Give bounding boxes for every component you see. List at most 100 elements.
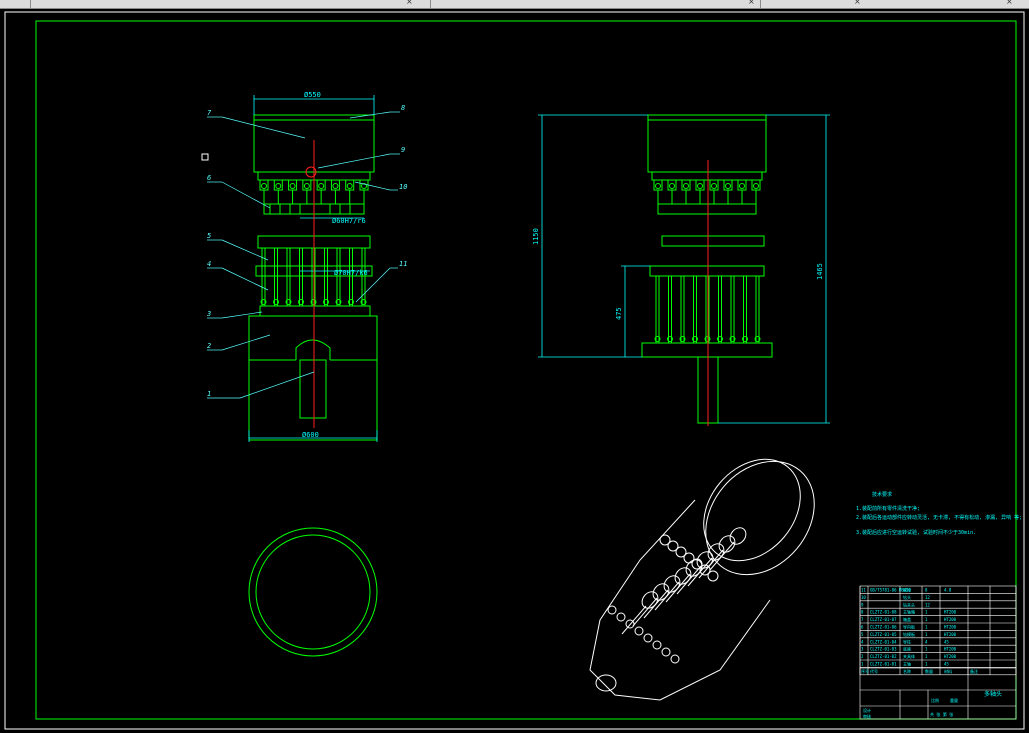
close-icon[interactable]: × bbox=[406, 0, 413, 6]
bom-cell: HT200 bbox=[944, 625, 957, 630]
bom-cell: 底座 bbox=[903, 646, 911, 652]
bom-cell: CLZTZ-01-07 bbox=[870, 617, 897, 622]
bom-header-cell: 代号 bbox=[870, 668, 878, 674]
bom-cell: 箱盖 bbox=[903, 616, 911, 622]
bom-cell: CLZTZ-01-02 bbox=[870, 654, 897, 659]
bom-header-cell: 数量 bbox=[925, 668, 933, 674]
callout-4: 4 bbox=[207, 260, 211, 268]
bom-cell: 1 bbox=[925, 610, 928, 615]
bom-cell: CLZTZ-01-03 bbox=[870, 647, 897, 652]
bom-cell: 8 bbox=[925, 588, 928, 593]
spindle-nut bbox=[711, 183, 717, 189]
bom-cell: CLZTZ-01-05 bbox=[870, 632, 897, 637]
iso-tube-side bbox=[654, 581, 680, 611]
titlebar-tab[interactable]: × × bbox=[760, 0, 1029, 8]
callout-3: 3 bbox=[206, 310, 211, 318]
bom-header-cell: 名称 bbox=[903, 668, 911, 674]
bom-cell: 导向板 bbox=[903, 624, 915, 630]
side-dimensions bbox=[538, 114, 830, 424]
title-weight-label: 重量 bbox=[950, 697, 958, 703]
bom-cell: 1 bbox=[925, 647, 928, 652]
iso-bolt bbox=[643, 633, 653, 643]
iso-tube-side bbox=[665, 573, 691, 603]
bom-cell: 钻夹头 bbox=[903, 601, 915, 607]
bom-cell: 主轴 bbox=[903, 661, 911, 667]
callout-9: 9 bbox=[401, 146, 405, 154]
bom-cell: 4 bbox=[925, 639, 928, 644]
notes-line-2: 2.装配后各运动部件应转动灵活, 无卡滞, 不得有松动, 渗漏, 异响 等; bbox=[856, 514, 1022, 521]
bom-cell: 钻模板 bbox=[903, 631, 915, 637]
bom-cell: 5 bbox=[861, 632, 864, 637]
bom-cell: 主轴箱 bbox=[903, 609, 915, 615]
bom-cell: 4 bbox=[861, 639, 864, 644]
cad-drawing-canvas[interactable]: Ø550 Ø600 Ø60H7/r6 Ø70H7/k6 1 2 3 4 5 6 … bbox=[0, 8, 1029, 733]
bom-cell: HT200 bbox=[944, 654, 957, 659]
bom-cell: 8 bbox=[861, 610, 864, 615]
iso-bolt bbox=[607, 605, 617, 615]
bom-cell: 11 bbox=[861, 588, 866, 593]
titlebar-tab[interactable] bbox=[0, 0, 31, 8]
bom-header-cell: 序号 bbox=[861, 668, 869, 674]
close-icon[interactable]: × bbox=[1006, 0, 1013, 6]
spindle-nut bbox=[655, 183, 661, 189]
spindle-nut bbox=[753, 183, 759, 189]
fit-label-1: Ø60H7/r6 bbox=[332, 217, 366, 225]
notes-line-1: 1.装配前所有零件清洗干净; bbox=[856, 505, 920, 512]
dim-bottom-label: Ø600 bbox=[302, 431, 319, 439]
side-view bbox=[641, 114, 773, 424]
fit-label-2: Ø70H7/k6 bbox=[334, 269, 368, 277]
technical-notes: 技术要求 1.装配前所有零件清洗干净; 2.装配后各运动部件应转动灵活, 无卡滞… bbox=[856, 491, 1022, 536]
bom-cell: HT200 bbox=[944, 617, 957, 622]
title-sheet-label: 共 张 第 张 bbox=[930, 711, 953, 717]
titlebar-tab[interactable]: × bbox=[430, 0, 761, 8]
titlebar-tab[interactable]: × bbox=[30, 0, 431, 8]
bom-cell: 45 bbox=[944, 662, 949, 667]
bom-header-cell: 材料 bbox=[944, 668, 952, 674]
bom-cell: HT200 bbox=[944, 610, 957, 615]
spindle-nut bbox=[318, 183, 325, 189]
iso-tube-side bbox=[632, 597, 658, 627]
bom-cell: 1 bbox=[925, 632, 928, 637]
bom-cell: 12 bbox=[925, 595, 930, 600]
title-block-name: 多轴头 bbox=[984, 690, 1002, 698]
iso-bolt bbox=[616, 612, 626, 622]
close-icon[interactable]: × bbox=[748, 0, 755, 6]
bom-cell: 45 bbox=[944, 639, 949, 644]
title-check-label: 审核 bbox=[863, 713, 871, 719]
front-view bbox=[248, 114, 378, 441]
bom-cell: 导柱 bbox=[903, 638, 911, 644]
close-icon[interactable]: × bbox=[854, 0, 861, 6]
iso-tube-side bbox=[676, 565, 702, 595]
callout-2: 2 bbox=[207, 342, 211, 350]
spindle-nut bbox=[332, 183, 339, 189]
iso-bolt bbox=[670, 654, 680, 664]
bom-cell: 9 bbox=[861, 602, 864, 607]
bom-header-cell: 备注 bbox=[970, 668, 978, 674]
bom-table: 11 GB/T5781-86 M8×30螺栓 8 4.810 钻头 129 钻夹头 128 CL… bbox=[859, 585, 1017, 676]
bom-cell: 1 bbox=[925, 662, 928, 667]
bom-cell: CLZTZ-01-08 bbox=[870, 610, 897, 615]
isometric-view bbox=[589, 458, 815, 701]
bom-cell: 3 bbox=[861, 647, 864, 652]
spindle-nut bbox=[739, 183, 745, 189]
bom-cell: HT200 bbox=[944, 647, 957, 652]
spindle-nut bbox=[261, 183, 267, 189]
spindle-nut bbox=[669, 183, 675, 189]
callout-11: 11 bbox=[399, 260, 407, 268]
callout-10: 10 bbox=[399, 183, 407, 191]
bom-cell: 1 bbox=[861, 662, 864, 667]
dim-mid-label: 1150 bbox=[532, 228, 540, 245]
iso-tube bbox=[729, 527, 747, 545]
bom-cell: 夹具体 bbox=[903, 653, 915, 659]
iso-bolt bbox=[634, 626, 644, 636]
bom-cell: 6 bbox=[861, 625, 864, 630]
notes-title: 技术要求 bbox=[872, 491, 892, 498]
spindle-nut bbox=[697, 183, 703, 189]
title-design-label: 设计 bbox=[863, 707, 871, 713]
bom-cell: 2 bbox=[861, 654, 864, 659]
top-view-ring bbox=[248, 527, 378, 657]
bom-cell: HT200 bbox=[944, 632, 957, 637]
bom-cell: 7 bbox=[861, 617, 864, 622]
inner-frame bbox=[35, 20, 1017, 720]
spindle-nut bbox=[683, 183, 689, 189]
